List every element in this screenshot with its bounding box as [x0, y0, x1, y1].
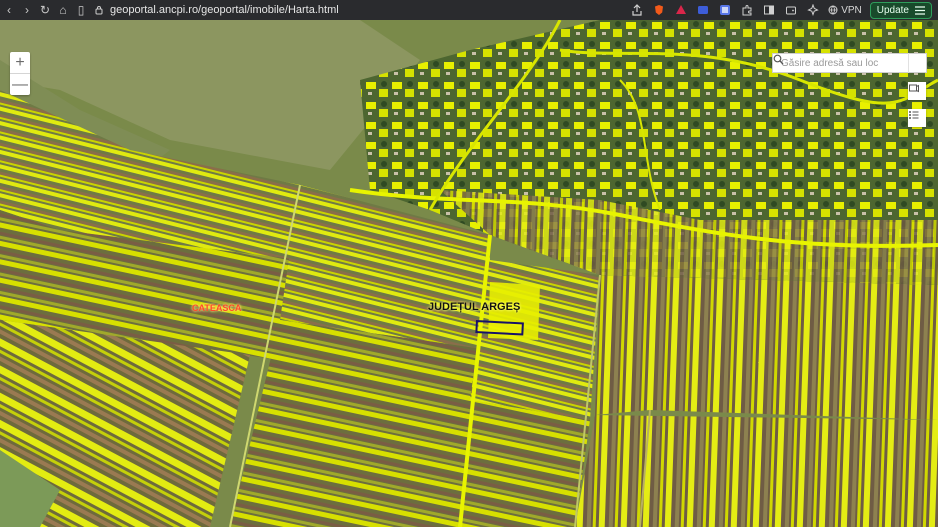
legend-button[interactable] — [908, 109, 926, 127]
address-bar[interactable]: geoportal.ancpi.ro/geoportal/imobile/Har… — [94, 4, 339, 16]
extension-badge-icon[interactable] — [696, 3, 710, 17]
zoom-controls: + — — [10, 52, 30, 95]
list-icon — [909, 111, 919, 119]
vpn-button[interactable]: VPN — [828, 5, 862, 16]
leo-ai-icon[interactable] — [806, 3, 820, 17]
vpn-label: VPN — [841, 4, 862, 16]
layers-icon — [909, 84, 919, 93]
search-input[interactable] — [779, 56, 908, 70]
menu-icon — [915, 5, 925, 15]
zoom-in-button[interactable]: + — [10, 52, 30, 73]
address-search — [772, 53, 927, 73]
address-url[interactable]: geoportal.ancpi.ro/geoportal/imobile/Har… — [110, 4, 339, 16]
bookmark-icon[interactable]: ▯ — [72, 1, 90, 19]
brave-shield-icon[interactable] — [652, 3, 666, 17]
translate-extension-icon[interactable] — [718, 3, 732, 17]
county-label: JUDEȚUL ARGEȘ — [428, 301, 521, 313]
basemap-toggle-button[interactable] — [908, 82, 926, 100]
browser-toolbar: ‹ › ↻ ⌂ ▯ geoportal.ancpi.ro/geoportal/i… — [0, 0, 938, 20]
brave-rewards-icon[interactable] — [674, 3, 688, 17]
globe-icon — [828, 5, 838, 15]
zoom-out-button[interactable]: — — [10, 74, 30, 95]
update-label: Update — [876, 4, 909, 16]
share-icon[interactable] — [630, 3, 644, 17]
satellite-imagery — [0, 20, 938, 527]
sidebar-toggle-icon[interactable] — [762, 3, 776, 17]
selected-parcel[interactable] — [475, 320, 524, 336]
extensions-puzzle-icon[interactable] — [740, 3, 754, 17]
reload-icon[interactable]: ↻ — [36, 1, 54, 19]
browser-actions: VPN Update — [630, 1, 938, 19]
home-icon[interactable]: ⌂ — [54, 1, 72, 19]
search-icon[interactable] — [773, 53, 926, 73]
update-button[interactable]: Update — [869, 1, 932, 19]
wallet-icon[interactable] — [784, 3, 798, 17]
locality-label: CATEASCA — [192, 303, 242, 313]
map-viewport[interactable]: CATEASCA JUDEȚUL ARGEȘ + — — [0, 20, 938, 527]
back-icon[interactable]: ‹ — [0, 1, 18, 19]
forward-icon[interactable]: › — [18, 1, 36, 19]
site-info-icon[interactable] — [94, 5, 104, 15]
